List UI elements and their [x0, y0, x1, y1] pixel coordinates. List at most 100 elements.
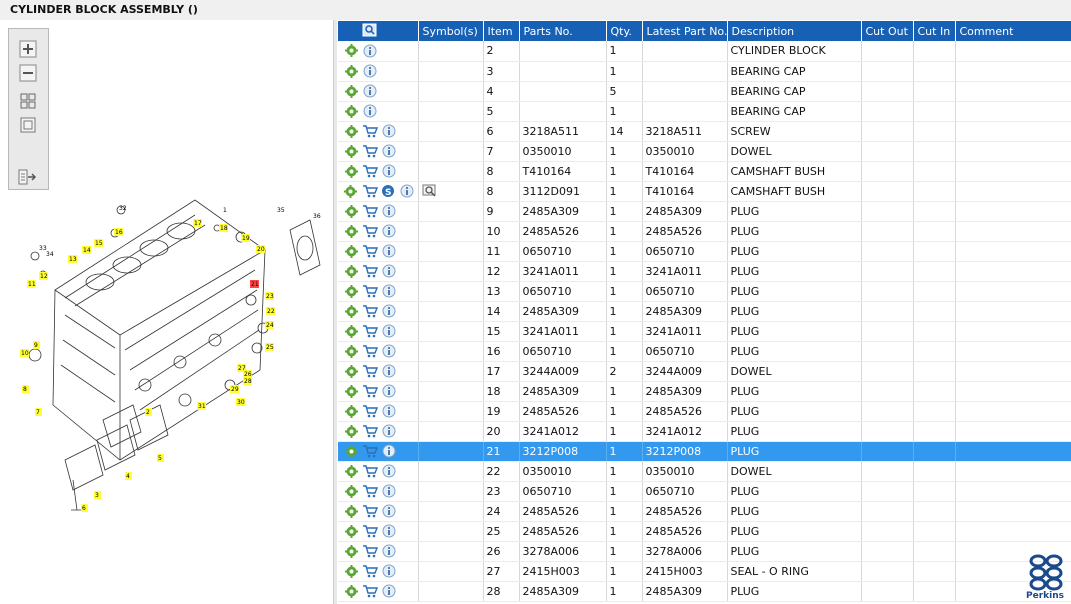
- callout-28[interactable]: 28: [243, 377, 252, 385]
- info-icon[interactable]: [362, 83, 378, 99]
- add-to-cart-icon[interactable]: [362, 283, 378, 299]
- callout-15[interactable]: 15: [94, 239, 103, 247]
- info-icon[interactable]: [399, 183, 415, 199]
- callout-21[interactable]: 21: [250, 280, 259, 288]
- settings-gear-icon[interactable]: [343, 123, 359, 139]
- callout-31[interactable]: 31: [197, 402, 206, 410]
- callout-16[interactable]: 16: [114, 228, 123, 236]
- table-row[interactable]: 4 5 BEARING CAP: [338, 81, 1071, 102]
- table-row[interactable]: 20 3241A012 1 3241A012 PLUG: [338, 421, 1071, 442]
- add-to-cart-icon[interactable]: [362, 523, 378, 539]
- add-to-cart-icon[interactable]: [362, 243, 378, 259]
- settings-gear-icon[interactable]: [343, 63, 359, 79]
- callout-24[interactable]: 24: [265, 321, 274, 329]
- column-header-4[interactable]: Qty.: [606, 21, 643, 41]
- add-to-cart-icon[interactable]: [362, 263, 378, 279]
- settings-gear-icon[interactable]: [343, 303, 359, 319]
- settings-gear-icon[interactable]: [343, 443, 359, 459]
- callout-10[interactable]: 10: [20, 349, 29, 357]
- add-to-cart-icon[interactable]: [362, 203, 378, 219]
- column-header-6[interactable]: Description: [727, 21, 862, 41]
- info-icon[interactable]: [381, 523, 397, 539]
- add-to-cart-icon[interactable]: [362, 303, 378, 319]
- table-row[interactable]: 28 2485A309 1 2485A309 PLUG: [338, 581, 1071, 602]
- info-icon[interactable]: [381, 343, 397, 359]
- callout-13[interactable]: 13: [68, 255, 77, 263]
- info-icon[interactable]: [381, 243, 397, 259]
- callout-20[interactable]: 20: [256, 245, 265, 253]
- settings-gear-icon[interactable]: [343, 83, 359, 99]
- zoom-out-icon[interactable]: [18, 63, 38, 83]
- table-row[interactable]: 21 3212P008 1 3212P008 PLUG: [338, 441, 1071, 462]
- settings-gear-icon[interactable]: [343, 483, 359, 499]
- callout-4[interactable]: 4: [125, 472, 132, 480]
- table-row[interactable]: 10 2485A526 1 2485A526 PLUG: [338, 221, 1071, 242]
- supersession-icon[interactable]: S: [381, 183, 397, 199]
- settings-gear-icon[interactable]: [343, 563, 359, 579]
- add-to-cart-icon[interactable]: [362, 583, 378, 599]
- info-icon[interactable]: [381, 363, 397, 379]
- settings-gear-icon[interactable]: [343, 363, 359, 379]
- info-icon[interactable]: [381, 383, 397, 399]
- table-row[interactable]: S 8 3112D091 1 T410164 CAMSHAFT BUSH: [338, 181, 1071, 202]
- callout-3[interactable]: 3: [94, 491, 101, 499]
- info-icon[interactable]: [381, 123, 397, 139]
- settings-gear-icon[interactable]: [343, 263, 359, 279]
- table-row[interactable]: 18 2485A309 1 2485A309 PLUG: [338, 381, 1071, 402]
- callout-25[interactable]: 25: [265, 343, 274, 351]
- column-header-3[interactable]: Parts No.: [519, 21, 607, 41]
- settings-gear-icon[interactable]: [343, 103, 359, 119]
- info-icon[interactable]: [381, 563, 397, 579]
- settings-gear-icon[interactable]: [343, 203, 359, 219]
- column-header-2[interactable]: Item: [483, 21, 520, 41]
- info-icon[interactable]: [362, 103, 378, 119]
- info-icon[interactable]: [381, 303, 397, 319]
- add-to-cart-icon[interactable]: [362, 383, 378, 399]
- table-row[interactable]: 17 3244A009 2 3244A009 DOWEL: [338, 361, 1071, 382]
- pane-splitter[interactable]: [333, 20, 337, 604]
- info-icon[interactable]: [381, 403, 397, 419]
- settings-gear-icon[interactable]: [343, 543, 359, 559]
- table-row[interactable]: 12 3241A011 1 3241A011 PLUG: [338, 261, 1071, 282]
- info-icon[interactable]: [381, 143, 397, 159]
- callout-19[interactable]: 19: [241, 234, 250, 242]
- table-row[interactable]: 26 3278A006 1 3278A006 PLUG: [338, 541, 1071, 562]
- add-to-cart-icon[interactable]: [362, 343, 378, 359]
- settings-gear-icon[interactable]: [343, 243, 359, 259]
- table-row[interactable]: 19 2485A526 1 2485A526 PLUG: [338, 401, 1071, 422]
- callout-6[interactable]: 6: [81, 504, 88, 512]
- column-header-1[interactable]: Symbol(s): [418, 21, 484, 41]
- callout-8[interactable]: 8: [22, 385, 29, 393]
- column-header-7[interactable]: Cut Out: [861, 21, 914, 41]
- add-to-cart-icon[interactable]: [362, 323, 378, 339]
- callout-22[interactable]: 22: [266, 307, 275, 315]
- info-icon[interactable]: [381, 203, 397, 219]
- callout-30[interactable]: 30: [236, 398, 245, 406]
- table-row[interactable]: 6 3218A511 14 3218A511 SCREW: [338, 121, 1071, 142]
- window-icon[interactable]: [18, 115, 38, 135]
- info-icon[interactable]: [381, 463, 397, 479]
- table-row[interactable]: 24 2485A526 1 2485A526 PLUG: [338, 501, 1071, 522]
- table-row[interactable]: 15 3241A011 1 3241A011 PLUG: [338, 321, 1071, 342]
- table-row[interactable]: 23 0650710 1 0650710 PLUG: [338, 481, 1071, 502]
- settings-gear-icon[interactable]: [343, 223, 359, 239]
- table-row[interactable]: 9 2485A309 1 2485A309 PLUG: [338, 201, 1071, 222]
- callout-14[interactable]: 14: [82, 246, 91, 254]
- info-icon[interactable]: [381, 443, 397, 459]
- info-icon[interactable]: [381, 323, 397, 339]
- table-row[interactable]: 8 T410164 1 T410164 CAMSHAFT BUSH: [338, 161, 1071, 182]
- table-row[interactable]: 11 0650710 1 0650710 PLUG: [338, 241, 1071, 262]
- zoom-in-icon[interactable]: [18, 39, 38, 59]
- add-to-cart-icon[interactable]: [362, 563, 378, 579]
- table-row[interactable]: 25 2485A526 1 2485A526 PLUG: [338, 521, 1071, 542]
- add-to-cart-icon[interactable]: [362, 503, 378, 519]
- callout-29[interactable]: 29: [230, 385, 239, 393]
- settings-gear-icon[interactable]: [343, 503, 359, 519]
- add-to-cart-icon[interactable]: [362, 403, 378, 419]
- info-icon[interactable]: [381, 423, 397, 439]
- callout-17[interactable]: 17: [193, 219, 202, 227]
- settings-gear-icon[interactable]: [343, 43, 359, 59]
- info-icon[interactable]: [381, 503, 397, 519]
- fit-icon[interactable]: [18, 91, 38, 111]
- info-icon[interactable]: [381, 263, 397, 279]
